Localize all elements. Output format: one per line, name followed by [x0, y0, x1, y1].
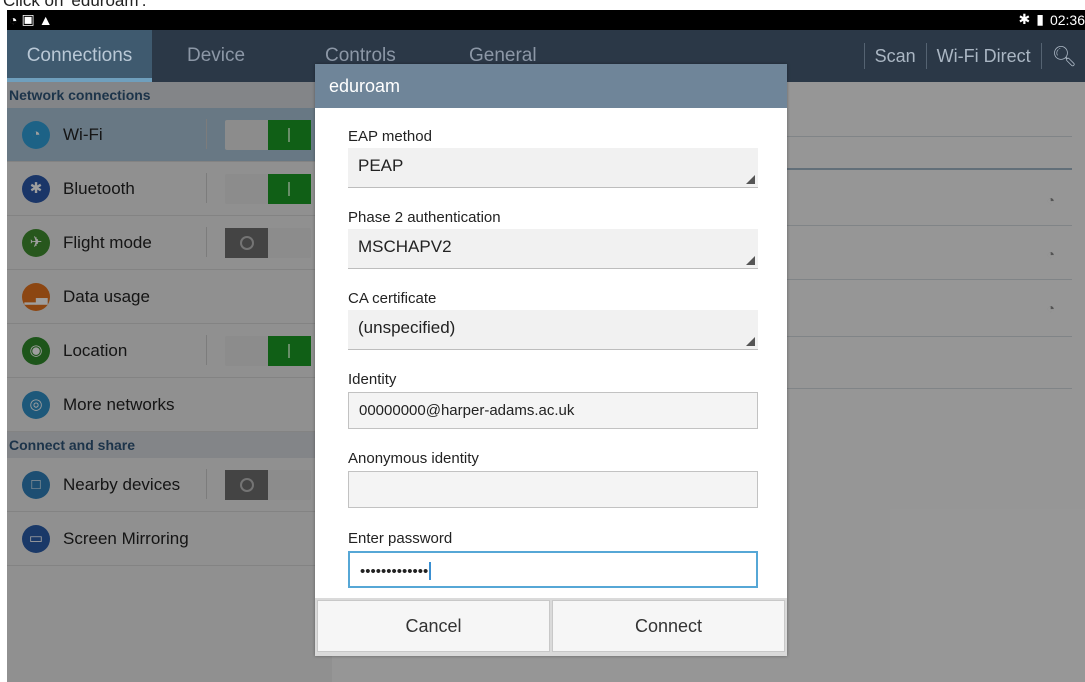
dropdown-arrow-icon — [746, 337, 755, 346]
anonymous-identity-label: Anonymous identity — [348, 450, 479, 467]
eap-method-label: EAP method — [348, 128, 432, 145]
tab-label: Connections — [26, 45, 133, 66]
android-screen: ◔ ▣ ▲ ✱ ▮ 02:36 Connections Device Contr… — [7, 10, 1085, 682]
connect-button[interactable]: Connect — [552, 600, 785, 652]
anonymous-identity-field[interactable] — [348, 471, 758, 508]
select-value: (unspecified) — [358, 318, 456, 337]
cancel-button[interactable]: Cancel — [317, 600, 550, 652]
warning-icon: ▲ — [38, 11, 53, 28]
divider — [925, 43, 927, 69]
tab-label: General — [469, 45, 537, 66]
tab-device[interactable]: Device — [187, 30, 245, 82]
dialog-button-bar: Cancel Connect — [315, 598, 787, 656]
phase2-auth-select[interactable]: MSCHAPV2 — [348, 229, 758, 269]
tab-label: Device — [187, 45, 246, 66]
status-bar: ◔ ▣ ▲ ✱ ▮ 02:36 — [7, 10, 1085, 30]
tab-connections[interactable]: Connections — [7, 30, 152, 82]
tab-label: Controls — [325, 45, 396, 66]
wifi-direct-button[interactable]: Wi-Fi Direct — [937, 46, 1031, 67]
bluetooth-icon: ✱ — [1018, 11, 1031, 27]
identity-label: Identity — [348, 371, 397, 388]
wifi-config-dialog: eduroam EAP method PEAP Phase 2 authenti… — [315, 64, 787, 656]
field-value: 00000000@harper-adams.ac.uk — [359, 402, 575, 419]
clock: 02:36 — [1049, 11, 1085, 28]
dialog-title: eduroam — [315, 64, 787, 108]
dropdown-arrow-icon — [746, 175, 755, 184]
select-value: MSCHAPV2 — [358, 237, 452, 256]
scan-button[interactable]: Scan — [875, 46, 916, 67]
divider — [863, 43, 865, 69]
dropdown-arrow-icon — [746, 256, 755, 265]
eap-method-select[interactable]: PEAP — [348, 148, 758, 188]
ca-certificate-label: CA certificate — [348, 290, 437, 307]
password-label: Enter password — [348, 530, 453, 547]
field-value: ••••••••••••• — [360, 563, 429, 580]
phase2-auth-label: Phase 2 authentication — [348, 209, 501, 226]
image-icon: ▣ — [21, 11, 35, 27]
identity-field[interactable]: 00000000@harper-adams.ac.uk — [348, 392, 758, 429]
text-cursor — [429, 562, 432, 580]
wifi-icon: ◔ — [9, 11, 18, 28]
ca-certificate-select[interactable]: (unspecified) — [348, 310, 758, 350]
password-field[interactable]: ••••••••••••• — [348, 551, 758, 588]
divider — [1040, 43, 1042, 69]
battery-icon: ▮ — [1036, 11, 1044, 27]
select-value: PEAP — [358, 156, 404, 175]
search-icon[interactable]: 🔍︎ — [1052, 44, 1077, 69]
